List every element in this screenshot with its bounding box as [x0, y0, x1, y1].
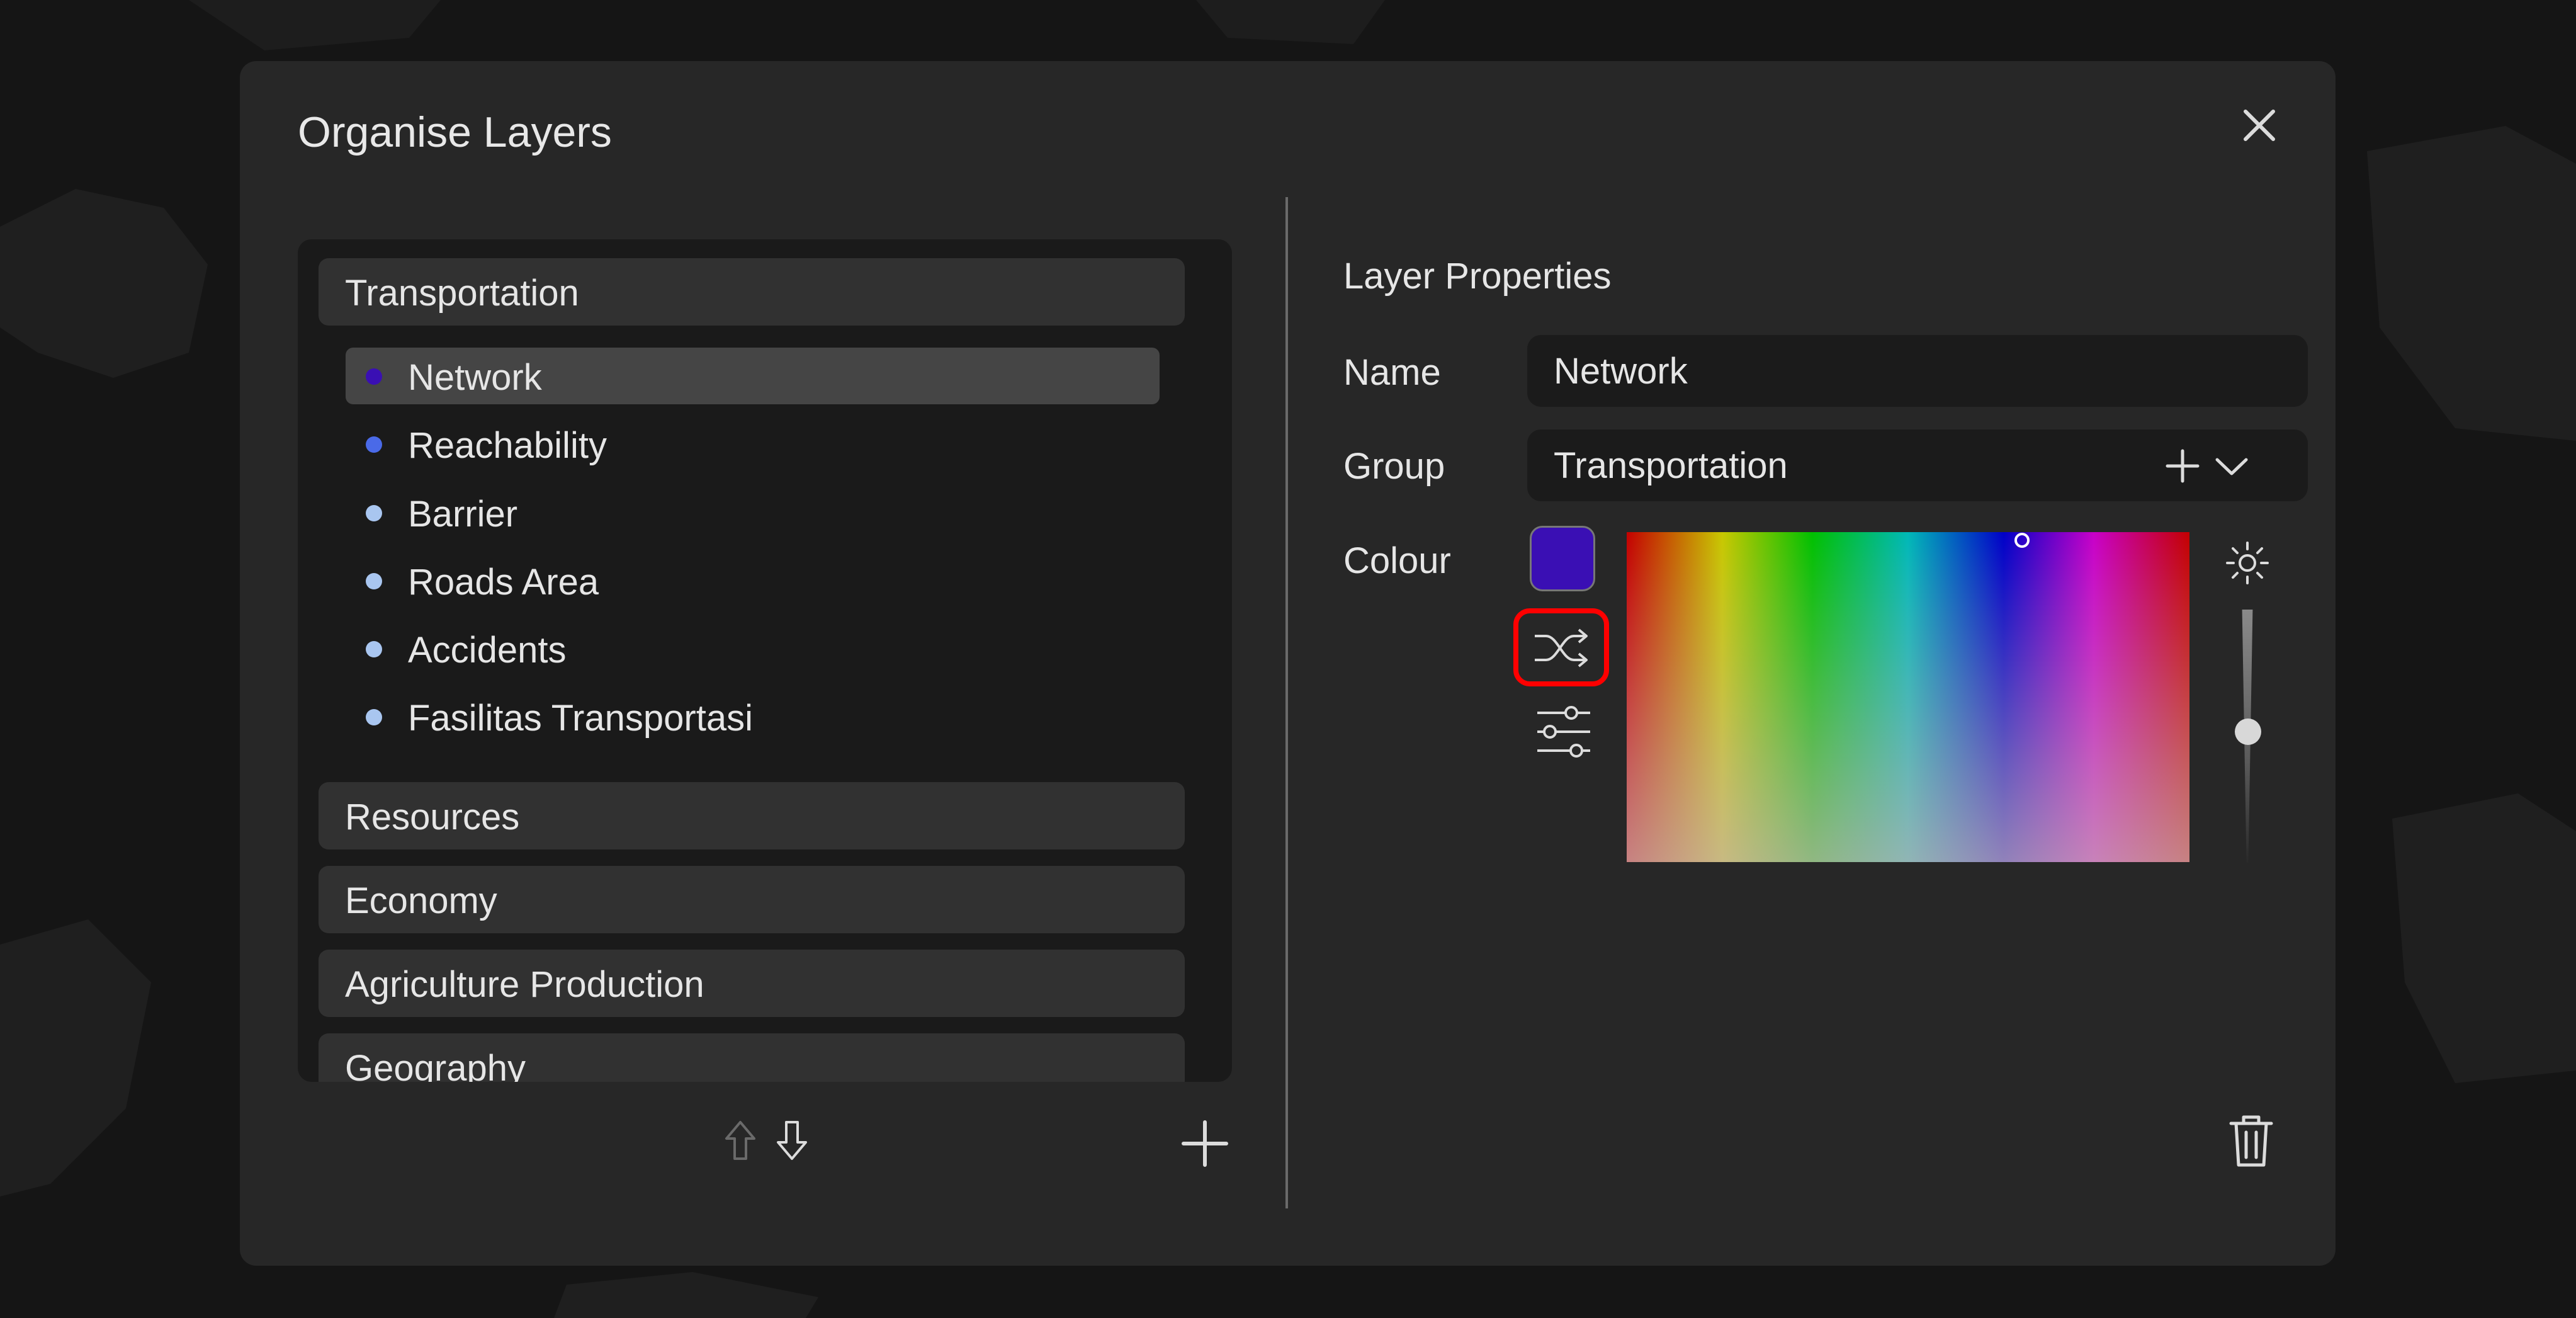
- layer-color-dot: [366, 505, 382, 521]
- brightness-slider-thumb[interactable]: [2235, 719, 2261, 745]
- layer-color-dot: [366, 709, 382, 725]
- layer-properties-title: Layer Properties: [1343, 256, 1612, 297]
- layer-item-barrier[interactable]: Barrier: [346, 484, 1160, 541]
- layer-color-dot: [366, 368, 382, 385]
- panel-divider: [1285, 197, 1288, 1208]
- add-group-icon[interactable]: [2165, 448, 2200, 484]
- layer-label: Network: [408, 357, 542, 398]
- layer-item-network[interactable]: Network: [346, 348, 1160, 404]
- name-label: Name: [1343, 352, 1441, 393]
- shuffle-icon: [1535, 628, 1588, 668]
- random-colour-button[interactable]: [1513, 608, 1609, 686]
- colour-swatch[interactable]: [1530, 526, 1595, 591]
- group-header-geography[interactable]: Geography: [319, 1033, 1185, 1082]
- close-icon[interactable]: [2237, 103, 2282, 148]
- layer-color-dot: [366, 573, 382, 589]
- arrow-down-icon[interactable]: [774, 1118, 810, 1162]
- layer-color-dot: [366, 436, 382, 453]
- group-label: Geography: [345, 1048, 526, 1082]
- plus-icon[interactable]: [1180, 1118, 1230, 1169]
- layer-color-dot: [366, 641, 382, 657]
- layer-label: Accidents: [408, 630, 567, 671]
- layer-label: Reachability: [408, 425, 607, 466]
- group-header-economy[interactable]: Economy: [319, 866, 1185, 933]
- layer-label: Fasilitas Transportasi: [408, 698, 753, 739]
- group-label: Transportation: [345, 273, 579, 314]
- group-value: Transportation: [1554, 445, 1788, 486]
- layer-item-fasilitas-transportasi[interactable]: Fasilitas Transportasi: [346, 688, 1160, 745]
- group-label: Economy: [345, 880, 497, 921]
- layer-label: Barrier: [408, 494, 518, 535]
- sliders-icon[interactable]: [1535, 704, 1593, 759]
- colour-label: Colour: [1343, 540, 1451, 581]
- colour-spectrum-picker[interactable]: [1627, 532, 2189, 862]
- group-label: Resources: [345, 797, 520, 838]
- layer-item-reachability[interactable]: Reachability: [346, 416, 1160, 472]
- group-select[interactable]: Transportation: [1527, 429, 2308, 501]
- spectrum-picker-handle[interactable]: [2014, 533, 2030, 548]
- group-header-agriculture-production[interactable]: Agriculture Production: [319, 950, 1185, 1017]
- arrow-up-icon[interactable]: [723, 1118, 758, 1162]
- group-label: Group: [1343, 446, 1445, 487]
- dialog-title: Organise Layers: [298, 108, 612, 156]
- group-header-transportation[interactable]: Transportation: [319, 258, 1185, 326]
- layer-item-roads-area[interactable]: Roads Area: [346, 552, 1160, 609]
- group-label: Agriculture Production: [345, 964, 704, 1005]
- layer-tree: Transportation Network Reachability Barr…: [298, 239, 1232, 1082]
- group-header-resources[interactable]: Resources: [319, 782, 1185, 849]
- name-field[interactable]: Network: [1527, 335, 2308, 407]
- chevron-down-icon[interactable]: [2213, 452, 2250, 480]
- layer-label: Roads Area: [408, 562, 599, 603]
- name-value: Network: [1554, 351, 1688, 392]
- trash-icon[interactable]: [2227, 1113, 2275, 1169]
- layer-item-accidents[interactable]: Accidents: [346, 620, 1160, 677]
- brightness-icon: [2226, 542, 2269, 584]
